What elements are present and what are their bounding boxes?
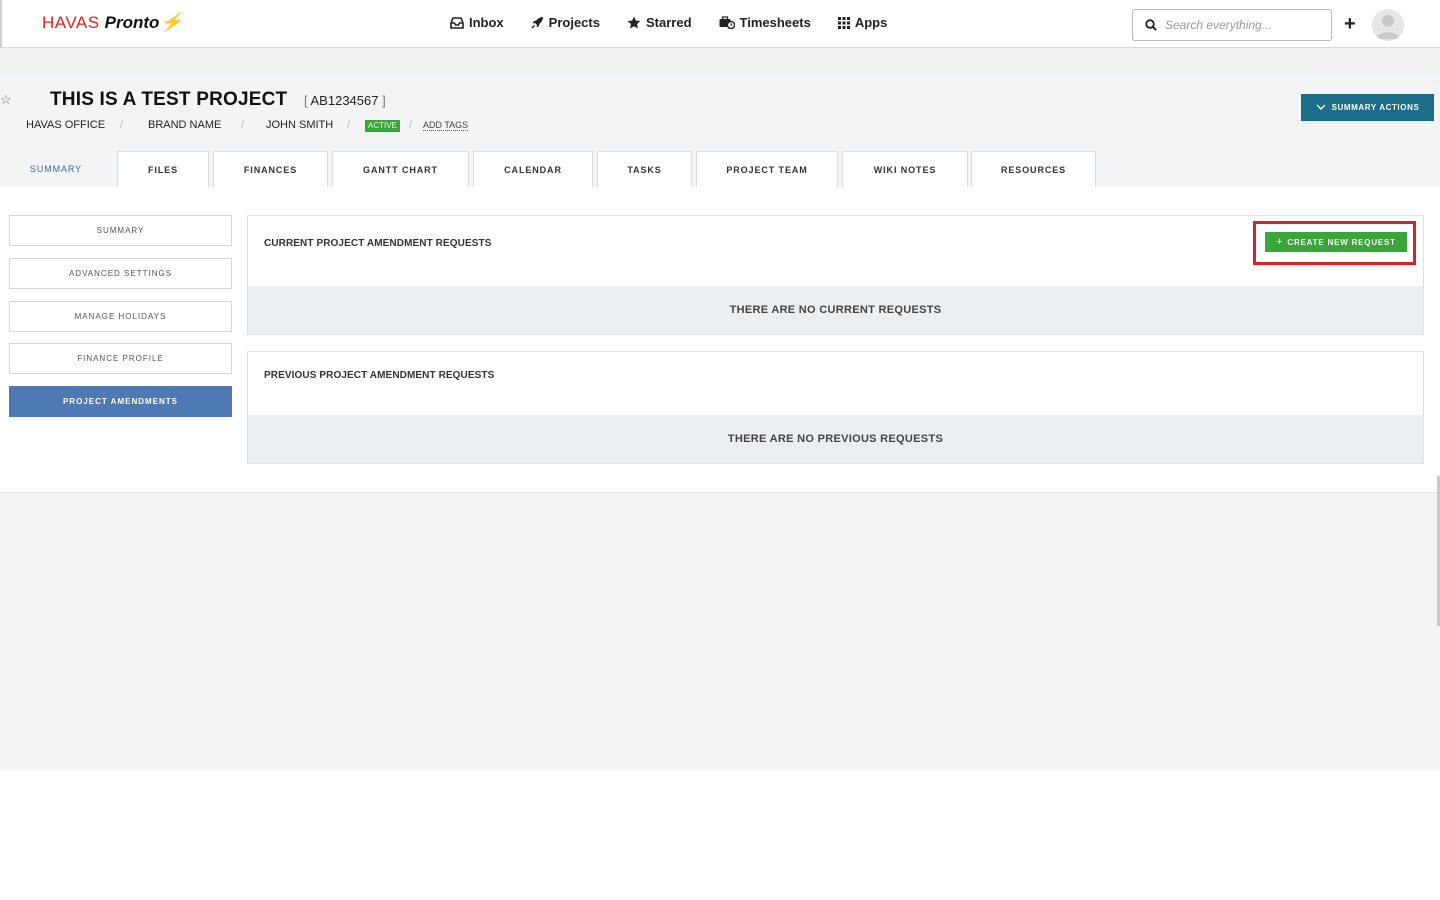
tab-resources[interactable]: RESOURCES [971, 151, 1096, 187]
project-title: THIS IS A TEST PROJECT [50, 89, 288, 110]
summary-actions-label: SUMMARY ACTIONS [1331, 103, 1420, 112]
previous-requests-title: PREVIOUS PROJECT AMENDMENT REQUESTS [264, 370, 495, 381]
tab-wiki-notes[interactable]: WIKI NOTES [842, 151, 968, 187]
star-icon [627, 16, 641, 29]
logo-bolt-icon: ⚡ [160, 12, 183, 32]
tab-project-team[interactable]: PROJECT TEAM [696, 151, 838, 187]
nav-projects-label: Projects [548, 15, 600, 30]
previous-requests-header: PREVIOUS PROJECT AMENDMENT REQUESTS [248, 352, 1423, 415]
previous-requests-panel: PREVIOUS PROJECT AMENDMENT REQUESTS THER… [247, 351, 1424, 464]
nav-inbox-label: Inbox [469, 15, 504, 30]
header-spacer [0, 48, 1440, 74]
project-code: [ AB1234567 ] [304, 93, 386, 108]
project-brand[interactable]: BRAND NAME [148, 119, 221, 131]
summary-actions-button[interactable]: SUMMARY ACTIONS [1301, 94, 1434, 121]
side-menu-manage-holidays[interactable]: MANAGE HOLIDAYS [9, 301, 232, 332]
status-badge: ACTIVE [365, 120, 400, 132]
side-menu-finance-profile[interactable]: FINANCE PROFILE [9, 343, 232, 374]
side-menu-project-amendments[interactable]: PROJECT AMENDMENTS [9, 386, 232, 417]
plus-icon: + [1276, 236, 1284, 248]
tab-summary[interactable]: SUMMARY [0, 151, 112, 187]
tab-files[interactable]: FILES [117, 151, 209, 187]
nav-starred-label: Starred [645, 15, 692, 30]
breadcrumb-separator: / [120, 119, 124, 131]
create-new-request-label: CREATE NEW REQUEST [1287, 237, 1396, 247]
add-new-button[interactable]: + [1344, 13, 1356, 36]
briefcase-clock-icon [719, 16, 735, 29]
havas-pronto-logo[interactable]: HAVAS Pronto ⚡ [42, 12, 183, 33]
tab-calendar[interactable]: CALENDAR [473, 151, 593, 187]
current-requests-header: CURRENT PROJECT AMENDMENT REQUESTS [248, 216, 1423, 286]
page-footer-area [0, 492, 1440, 770]
nav-timesheets-label: Timesheets [739, 15, 811, 30]
favorite-star-icon[interactable]: ☆ [0, 92, 12, 108]
side-menu-advanced-settings[interactable]: ADVANCED SETTINGS [9, 258, 232, 289]
nav-inbox[interactable]: Inbox [450, 15, 504, 30]
chevron-down-icon [1316, 104, 1326, 111]
breadcrumb-separator: / [409, 119, 413, 131]
search-icon [1145, 19, 1157, 31]
current-requests-panel: CURRENT PROJECT AMENDMENT REQUESTS THERE… [247, 215, 1424, 335]
main-nav: Inbox Projects Starred Timesheets Apps [450, 15, 914, 30]
nav-apps[interactable]: Apps [837, 15, 888, 30]
top-navbar: HAVAS Pronto ⚡ Inbox Projects Starred Ti… [0, 0, 1440, 48]
rocket-icon [531, 17, 543, 29]
inbox-icon [450, 16, 464, 29]
avatar-placeholder-icon [1372, 9, 1404, 41]
logo-pronto-text: Pronto [104, 13, 160, 32]
previous-requests-empty: THERE ARE NO PREVIOUS REQUESTS [248, 415, 1423, 463]
tab-finances[interactable]: FINANCES [213, 151, 328, 187]
breadcrumb-separator: / [347, 119, 351, 131]
project-code-value: AB1234567 [310, 93, 379, 108]
grid-icon [837, 16, 850, 29]
side-menu-summary[interactable]: SUMMARY [9, 215, 232, 246]
nav-starred[interactable]: Starred [627, 15, 692, 30]
current-requests-title: CURRENT PROJECT AMENDMENT REQUESTS [264, 238, 492, 249]
tab-gantt-chart[interactable]: GANTT CHART [332, 151, 469, 187]
nav-timesheets[interactable]: Timesheets [719, 15, 811, 30]
search-input[interactable] [1165, 18, 1325, 32]
tab-tasks[interactable]: TASKS [597, 151, 692, 187]
project-owner[interactable]: JOHN SMITH [266, 119, 333, 131]
project-office[interactable]: HAVAS OFFICE [26, 119, 105, 131]
search-box[interactable] [1132, 9, 1332, 41]
user-avatar[interactable] [1372, 9, 1404, 41]
add-tags-link[interactable]: ADD TAGS [423, 120, 469, 131]
create-new-request-button[interactable]: + CREATE NEW REQUEST [1265, 232, 1407, 252]
breadcrumb-separator: / [241, 119, 245, 131]
current-requests-empty: THERE ARE NO CURRENT REQUESTS [248, 286, 1423, 334]
nav-apps-label: Apps [854, 15, 888, 30]
logo-havas-text: HAVAS [42, 13, 100, 32]
nav-projects[interactable]: Projects [531, 15, 600, 30]
